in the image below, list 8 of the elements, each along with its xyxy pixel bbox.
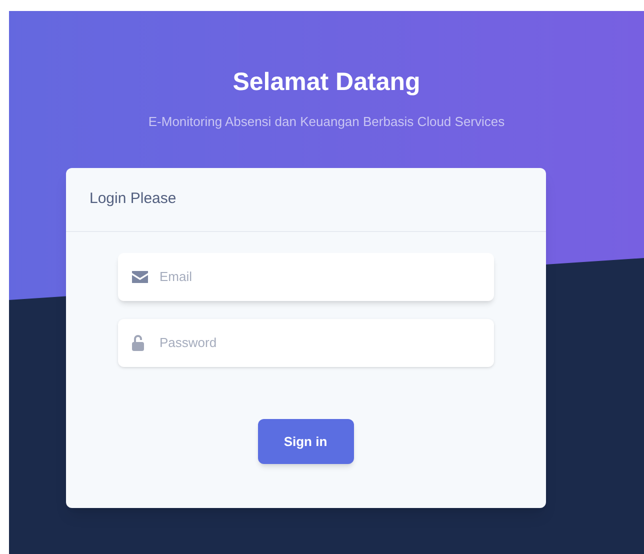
lock-icon (132, 334, 144, 351)
welcome-title: Selamat Datang (232, 67, 420, 98)
password-field[interactable]: Password (118, 318, 494, 367)
card-title: Login Please (90, 189, 176, 209)
email-field[interactable]: Email (118, 252, 494, 301)
sign-in-button[interactable]: Sign in (258, 418, 354, 464)
envelope-icon (132, 270, 148, 283)
subtitle: E-Monitoring Absensi dan Keuangan Berbasis Cloud Services (148, 113, 505, 132)
